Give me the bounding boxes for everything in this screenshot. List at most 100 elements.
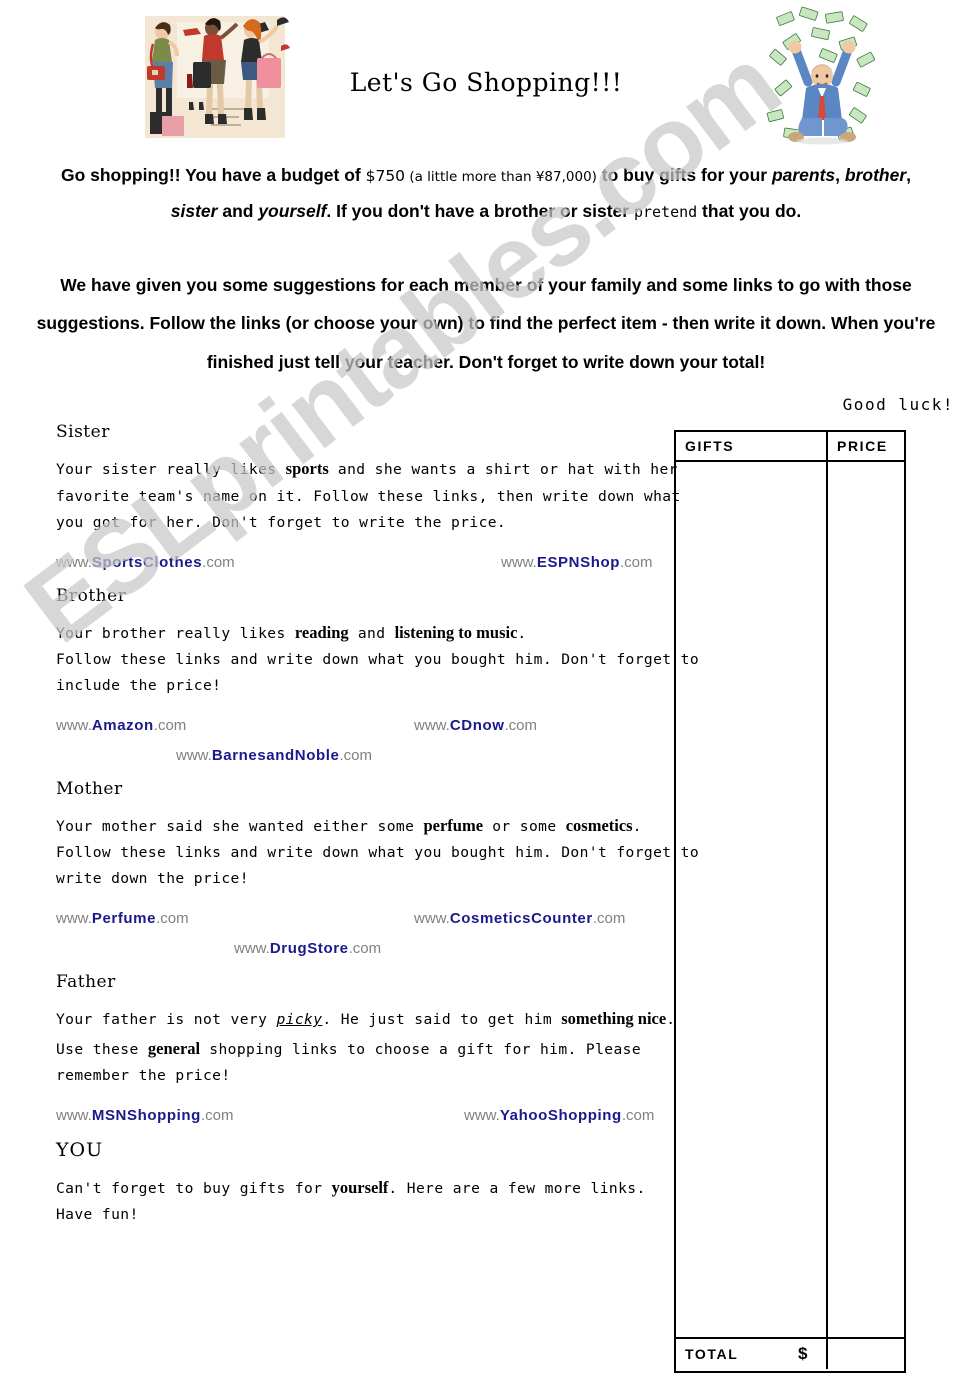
intro-text-d: . If you don't have a brother or sister [326, 200, 634, 221]
table-header-gifts-cell: GIFTS [676, 432, 828, 461]
column-header-price: PRICE [837, 438, 888, 455]
body-text: Your brother really likes [56, 624, 295, 642]
keyword-emphasis: general [147, 1038, 201, 1058]
link-barnesandnoble[interactable]: www.BarnesandNoble.com [176, 747, 372, 764]
body-text: . Here are a few more links. [388, 1179, 646, 1197]
body-text: Follow these links and write down what y… [56, 844, 700, 888]
table-entry-area-row [676, 462, 904, 1340]
section-sister: Sister Your sister really likes sports an… [56, 422, 716, 579]
intro-instructions-paragraph: We have given you some suggestions for e… [36, 274, 936, 372]
column-header-gifts: GIFTS [685, 438, 735, 455]
good-luck-text: Good luck! [842, 395, 954, 415]
body-text: Your father is not very [56, 1011, 277, 1029]
intro-text-c: to buy gifts for your [596, 165, 772, 185]
body-text: . [632, 817, 642, 835]
link-prefix: www. [234, 940, 270, 958]
section-you: YOU Can't forget to buy gifts for yoursel… [56, 1139, 716, 1228]
link-domain: DrugStore [269, 940, 349, 958]
link-prefix: www. [501, 553, 537, 571]
body-text: Your mother said she wanted either some [56, 817, 424, 835]
link-domain: BarnesandNoble [211, 746, 340, 764]
link-row: www.Amazon.com www.CDnow.com [56, 717, 716, 743]
section-body-mother: Your mother said she wanted either some … [56, 811, 716, 892]
link-sportsclothes[interactable]: www.SportsClothes.com [56, 554, 235, 571]
family-yourself: yourself [258, 200, 327, 221]
family-parents: parents [771, 165, 836, 185]
section-heading-you: YOU [56, 1138, 104, 1161]
link-domain: Amazon [91, 716, 154, 734]
link-row: www.Perfume.com www.CosmeticsCounter.com [56, 910, 716, 936]
link-prefix: www. [176, 746, 212, 764]
link-yahooshopping[interactable]: www.YahooShopping.com [464, 1107, 654, 1124]
link-drugstore[interactable]: www.DrugStore.com [234, 940, 381, 957]
link-prefix: www. [414, 716, 450, 734]
link-prefix: www. [464, 1106, 500, 1124]
link-domain: ESPNShop [536, 553, 620, 571]
total-label-cell: TOTAL $ [676, 1339, 828, 1370]
link-domain: MSNShopping [91, 1106, 201, 1124]
keyword-underlined: picky [276, 1011, 323, 1029]
table-total-row: TOTAL $ [676, 1339, 904, 1370]
man-throwing-money-clipart [762, 4, 884, 148]
link-domain: CosmeticsCounter [449, 910, 593, 928]
section-father: Father Your father is not very picky. He … [56, 972, 716, 1133]
total-label: TOTAL [685, 1346, 739, 1363]
price-entry-cell[interactable] [828, 462, 904, 1337]
link-espnshop[interactable]: www.ESPNShop.com [501, 554, 653, 571]
table-header-price-cell: PRICE [828, 432, 904, 460]
gifts-entry-cell[interactable] [676, 462, 828, 1338]
family-sister: sister [170, 200, 218, 221]
link-suffix: .com [619, 553, 653, 571]
keyword-emphasis: cosmetics [565, 815, 633, 835]
link-row: www.DrugStore.com [56, 940, 716, 966]
keyword-emphasis: sports [285, 459, 329, 479]
link-prefix: www. [56, 716, 92, 734]
body-text: and [348, 624, 395, 642]
gifts-price-table: GIFTS PRICE TOTAL $ [674, 430, 906, 1374]
link-suffix: .com [200, 1106, 234, 1124]
link-suffix: .com [504, 716, 538, 734]
section-body-father: Your father is not very picky. He just s… [56, 1004, 716, 1089]
sep-1: , [835, 165, 845, 185]
budget-yen-note: (a little more than ¥87,000) [405, 169, 597, 185]
pretend-word: pretend [633, 202, 698, 221]
link-cosmeticscounter[interactable]: www.CosmeticsCounter.com [414, 910, 625, 927]
body-text: Can't forget to buy gifts for [56, 1179, 332, 1197]
section-body-you: Can't forget to buy gifts for yourself. … [56, 1173, 716, 1228]
keyword-emphasis: something nice [561, 1009, 667, 1029]
section-mother: Mother Your mother said she wanted either… [56, 779, 716, 966]
link-suffix: .com [592, 910, 626, 928]
link-row: www.MSNShopping.com www.YahooShopping.com [56, 1107, 716, 1133]
link-amazon[interactable]: www.Amazon.com [56, 717, 186, 734]
link-suffix: .com [156, 910, 189, 928]
body-text: Your sister really likes [56, 461, 286, 479]
sep-3: and [217, 200, 259, 221]
link-suffix: .com [339, 746, 372, 764]
link-suffix: .com [202, 553, 235, 571]
link-prefix: www. [56, 553, 92, 571]
link-prefix: www. [414, 910, 450, 928]
section-heading-mother: Mother [56, 778, 123, 799]
link-domain: SportsClothes [91, 553, 203, 571]
section-brother: Brother Your brother really likes reading… [56, 586, 716, 773]
sep-2: , [906, 165, 912, 185]
body-text: or some [483, 817, 566, 835]
section-body-brother: Your brother really likes reading and li… [56, 618, 716, 699]
intro-text-e: that you do. [697, 200, 802, 221]
section-heading-father: Father [56, 972, 116, 993]
link-domain: Perfume [91, 910, 157, 928]
link-perfume[interactable]: www.Perfume.com [56, 910, 189, 927]
link-msnshopping[interactable]: www.MSNShopping.com [56, 1107, 233, 1124]
intro-budget-paragraph: Go shopping!! You have a budget of $750 … [20, 158, 952, 230]
keyword-emphasis: yourself [331, 1177, 389, 1197]
link-row: www.SportsClothes.com www.ESPNShop.com [56, 554, 716, 580]
total-price-cell[interactable] [828, 1339, 904, 1369]
link-domain: CDnow [449, 716, 505, 734]
section-body-sister: Your sister really likes sports and she … [56, 454, 716, 535]
keyword-emphasis: reading [294, 622, 349, 642]
section-heading-brother: Brother [56, 585, 127, 606]
total-currency-symbol: $ [798, 1344, 808, 1364]
worksheet-page: ESLprintables.com Let's Go Shopping!!! G… [0, 0, 972, 1381]
body-text: . [517, 624, 527, 642]
link-cdnow[interactable]: www.CDnow.com [414, 717, 537, 734]
